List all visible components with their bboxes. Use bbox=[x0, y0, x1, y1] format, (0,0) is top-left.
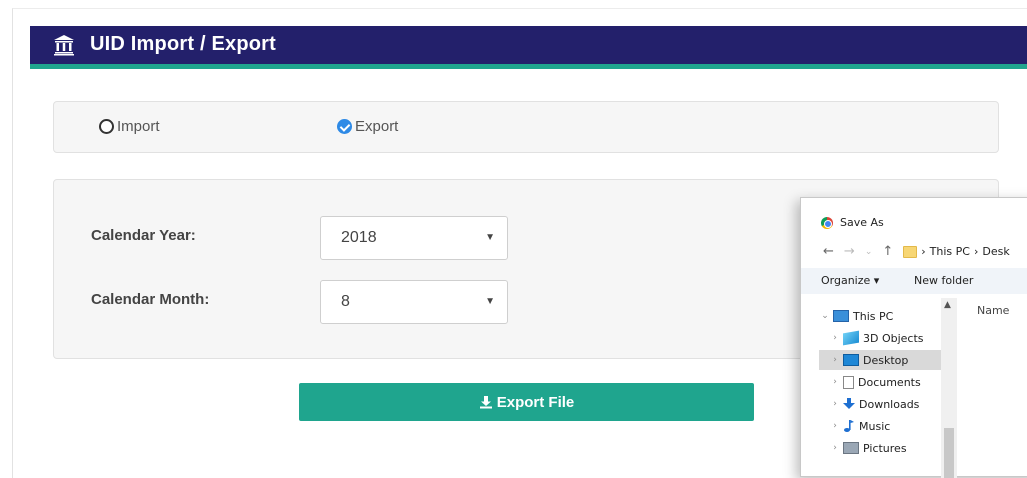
tree-item-label: Downloads bbox=[859, 397, 920, 411]
document-icon bbox=[843, 375, 854, 389]
organize-button[interactable]: Organize ▾ bbox=[821, 274, 879, 287]
header-accent-bar bbox=[30, 64, 1027, 69]
scroll-thumb[interactable] bbox=[944, 428, 954, 478]
export-radio[interactable]: Export bbox=[337, 118, 398, 135]
dialog-nav-bar: ← → ⌄ ↑ › This PC › Desk bbox=[823, 244, 1010, 259]
calendar-year-value: 2018 bbox=[341, 229, 377, 246]
tree-item-label: Music bbox=[859, 419, 891, 433]
address-bar[interactable]: › This PC › Desk bbox=[903, 245, 1010, 258]
path-separator: › bbox=[921, 245, 926, 258]
calendar-month-value: 8 bbox=[341, 293, 350, 310]
chevron-right-icon[interactable]: › bbox=[829, 377, 841, 387]
download-icon bbox=[479, 396, 492, 409]
cube-icon bbox=[843, 330, 859, 346]
chevron-right-icon[interactable]: › bbox=[829, 333, 841, 343]
export-file-button[interactable]: Export File bbox=[299, 383, 754, 421]
page-header: UID Import / Export bbox=[30, 26, 1027, 64]
chrome-icon bbox=[821, 216, 833, 229]
tree-item-desktop[interactable]: › Desktop bbox=[819, 350, 941, 370]
chevron-right-icon[interactable]: › bbox=[829, 399, 841, 409]
tree-scrollbar[interactable]: ▲ bbox=[941, 298, 957, 478]
calendar-year-label: Calendar Year: bbox=[91, 227, 196, 244]
import-radio-circle[interactable] bbox=[99, 119, 114, 134]
new-folder-button[interactable]: New folder bbox=[914, 274, 973, 287]
export-radio-label: Export bbox=[355, 118, 399, 135]
tree-item-3d-objects[interactable]: › 3D Objects bbox=[819, 328, 941, 348]
picture-icon bbox=[843, 442, 859, 454]
import-radio-label: Import bbox=[117, 118, 160, 135]
calendar-year-select[interactable]: 2018 ▼ bbox=[320, 216, 508, 260]
chevron-down-icon[interactable]: ⌄ bbox=[819, 311, 831, 321]
bank-icon bbox=[54, 35, 74, 56]
chevron-right-icon[interactable]: › bbox=[829, 355, 841, 365]
tree-item-label: Desktop bbox=[863, 353, 909, 367]
tree-item-label: Documents bbox=[858, 375, 921, 389]
download-arrow-icon bbox=[843, 398, 855, 409]
desktop-icon bbox=[843, 354, 859, 366]
tree-item-downloads[interactable]: › Downloads bbox=[819, 394, 941, 414]
path-this-pc[interactable]: This PC bbox=[930, 245, 970, 258]
forward-arrow-icon[interactable]: → bbox=[844, 244, 855, 259]
import-radio[interactable]: Import bbox=[99, 118, 160, 135]
dialog-title-bar: Save As bbox=[821, 216, 884, 229]
tree-item-documents[interactable]: › Documents bbox=[819, 372, 941, 392]
mode-panel: Import Export bbox=[53, 101, 999, 153]
chevron-right-icon[interactable]: › bbox=[829, 443, 841, 453]
chevron-down-icon: ▼ bbox=[485, 232, 495, 243]
music-note-icon bbox=[844, 420, 854, 432]
scroll-up-icon[interactable]: ▲ bbox=[944, 300, 951, 310]
calendar-month-select[interactable]: 8 ▼ bbox=[320, 280, 508, 324]
tree-item-label: This PC bbox=[853, 309, 894, 323]
chevron-right-icon[interactable]: › bbox=[829, 421, 841, 431]
save-as-dialog: Save As ← → ⌄ ↑ › This PC › Desk Organiz… bbox=[800, 197, 1027, 478]
tree-item-label: 3D Objects bbox=[863, 331, 924, 345]
path-separator: › bbox=[973, 245, 979, 258]
tree-item-music[interactable]: › Music bbox=[819, 416, 941, 436]
recent-chevron-icon[interactable]: ⌄ bbox=[865, 247, 873, 257]
path-desktop[interactable]: Desk bbox=[982, 245, 1009, 258]
page-title: UID Import / Export bbox=[90, 33, 277, 55]
calendar-month-label: Calendar Month: bbox=[91, 291, 210, 308]
folder-icon bbox=[903, 245, 918, 258]
up-arrow-icon[interactable]: ↑ bbox=[882, 244, 893, 259]
export-radio-circle[interactable] bbox=[337, 119, 352, 134]
export-file-label: Export File bbox=[496, 393, 575, 411]
tree-item-this-pc[interactable]: ⌄ This PC bbox=[819, 306, 941, 326]
computer-icon bbox=[833, 310, 849, 322]
tree-item-pictures[interactable]: › Pictures bbox=[819, 438, 941, 458]
tree-item-label: Pictures bbox=[863, 441, 907, 455]
dialog-title: Save As bbox=[840, 216, 884, 229]
name-column-header[interactable]: Name bbox=[977, 304, 1009, 317]
back-arrow-icon[interactable]: ← bbox=[823, 244, 834, 259]
dialog-toolbar: Organize ▾ New folder bbox=[801, 268, 1027, 294]
chevron-down-icon: ▼ bbox=[485, 296, 495, 307]
